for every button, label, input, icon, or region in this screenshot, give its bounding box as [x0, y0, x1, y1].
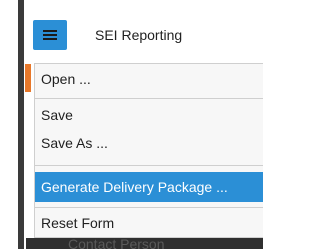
background-field-label: Contact Person: [68, 238, 165, 249]
menu-separator: [35, 98, 263, 99]
menu-item-open[interactable]: Open ...: [35, 66, 263, 92]
background-dark-bar: [18, 0, 24, 249]
file-menu-dropdown: Open ... Save Save As ... Generate Deliv…: [34, 63, 263, 238]
hamburger-menu-icon-line: [43, 38, 57, 40]
screen: Contact Person SEI Reporting Open ... Sa…: [0, 0, 263, 249]
menu-item-save-as[interactable]: Save As ...: [35, 131, 263, 155]
app-title: SEI Reporting: [95, 27, 183, 43]
menu-separator: [35, 207, 263, 208]
menu-separator: [35, 165, 263, 166]
menu-item-generate-delivery-package[interactable]: Generate Delivery Package ...: [35, 172, 263, 202]
hamburger-menu-icon-line: [43, 34, 57, 36]
menu-item-reset-form[interactable]: Reset Form: [35, 211, 263, 235]
menu-item-save[interactable]: Save: [35, 103, 263, 127]
background-orange-tab: [25, 64, 31, 92]
hamburger-menu-icon: [43, 30, 57, 32]
hamburger-menu-button[interactable]: [33, 20, 67, 50]
app-header: SEI Reporting: [26, 16, 263, 54]
background-form-row: Contact Person: [26, 238, 263, 249]
